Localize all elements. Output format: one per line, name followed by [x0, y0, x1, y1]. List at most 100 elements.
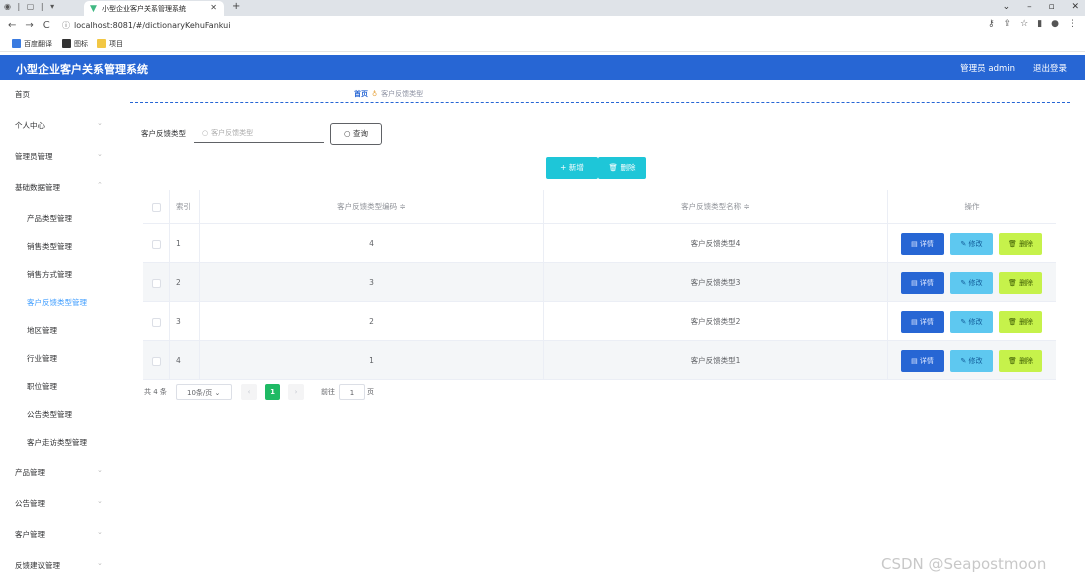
nav-buttons: ← → C	[8, 20, 59, 31]
edit-icon: ✎	[960, 279, 969, 287]
sidebar-item-basic-data[interactable]: 基础数据管理 ⌃	[0, 173, 116, 201]
detail-icon: ▤	[911, 240, 920, 248]
url-field[interactable]: ⓘ localhost:8081/#/dictionaryKehuFankui	[62, 19, 942, 33]
sidebar-item-feedback-type[interactable]: 客户反馈类型管理	[0, 288, 116, 316]
back-icon[interactable]: ←	[8, 20, 16, 31]
menu-icon[interactable]: ⋮	[1068, 19, 1077, 29]
info-icon[interactable]: ⓘ	[62, 21, 70, 30]
star-icon[interactable]: ☆	[1020, 19, 1028, 29]
edit-button[interactable]: ✎ 修改	[950, 233, 993, 255]
share-icon[interactable]: ⇪	[1004, 19, 1012, 29]
cell-name: 客户反馈类型4	[543, 224, 887, 262]
breadcrumb-home[interactable]: 首页	[354, 90, 368, 98]
key-icon[interactable]: ⚷	[988, 19, 995, 29]
sidebar-item-product[interactable]: 产品管理 ⌄	[0, 458, 116, 486]
sidebar-item-home[interactable]: 首页	[0, 80, 116, 108]
cell-index: 2	[169, 263, 199, 301]
detail-icon: ▤	[911, 279, 920, 287]
sidebar-item-sales-type[interactable]: 销售类型管理	[0, 232, 116, 260]
search-input[interactable]: ○ 客户反馈类型	[194, 123, 324, 143]
row-checkbox[interactable]	[151, 317, 161, 327]
vue-favicon-icon: ▼	[90, 4, 97, 14]
close-window-icon[interactable]: ✕	[1071, 2, 1079, 12]
sidebar-item-feedback[interactable]: 反馈建议管理 ⌄	[0, 551, 116, 579]
sidebar-item-sales-method[interactable]: 销售方式管理	[0, 260, 116, 288]
batch-delete-button[interactable]: 🗑 删除	[598, 157, 646, 179]
restore-icon[interactable]: ▫	[1048, 2, 1054, 12]
goto-unit: 页	[367, 388, 374, 396]
chevron-down-icon: ⌄	[97, 559, 103, 567]
add-button[interactable]: + 新增	[546, 157, 598, 179]
detail-button[interactable]: ▤ 详情	[901, 311, 944, 333]
new-tab-icon[interactable]: +	[232, 1, 240, 12]
sidebar-item-visit-type[interactable]: 客户走访类型管理	[0, 428, 116, 456]
query-button[interactable]: ○ 查询	[330, 123, 382, 145]
current-user: 管理员 admin	[960, 64, 1015, 74]
divider	[130, 102, 1070, 103]
page-number-current[interactable]: 1	[265, 384, 280, 400]
browser-tab-bar: ◉ | ▢ | ▾ ▼ 小型企业客户关系管理系统 ✕ + ⌄ – ▫ ✕	[0, 0, 1085, 16]
search-icon: ○	[344, 129, 353, 138]
edit-button[interactable]: ✎ 修改	[950, 272, 993, 294]
sidebar-item-region[interactable]: 地区管理	[0, 316, 116, 344]
chevron-down-icon: ⌄	[97, 466, 103, 474]
next-page-button[interactable]: ›	[288, 384, 304, 400]
prev-page-button[interactable]: ‹	[241, 384, 257, 400]
minimize-icon[interactable]: –	[1027, 2, 1032, 12]
table-row: 3 2 客户反馈类型2 ▤ 详情 ✎ 修改 🗑 删除	[143, 302, 1056, 341]
sidebar-item-customer[interactable]: 客户管理 ⌄	[0, 520, 116, 548]
row-checkbox[interactable]	[151, 239, 161, 249]
window-controls: ⌄ – ▫ ✕	[989, 2, 1079, 12]
forward-icon[interactable]: →	[25, 20, 33, 31]
row-checkbox[interactable]	[151, 278, 161, 288]
tab-search-icon[interactable]: ⌄	[1003, 2, 1011, 12]
cell-code: 4	[199, 224, 543, 262]
sidepanel-icon[interactable]: ▮	[1037, 19, 1042, 29]
select-all-checkbox[interactable]	[151, 202, 161, 212]
sidebar-item-industry[interactable]: 行业管理	[0, 344, 116, 372]
browser-tab[interactable]: ▼ 小型企业客户关系管理系统 ✕	[84, 1, 224, 16]
delete-button[interactable]: 🗑 删除	[999, 350, 1042, 372]
sidebar-item-notice[interactable]: 公告管理 ⌄	[0, 489, 116, 517]
header-index: 索引	[169, 190, 199, 223]
detail-button[interactable]: ▤ 详情	[901, 272, 944, 294]
sidebar-item-position[interactable]: 职位管理	[0, 372, 116, 400]
chevron-down-icon: ⌄	[97, 528, 103, 536]
bookmark-item[interactable]: 项目	[97, 39, 123, 49]
edit-button[interactable]: ✎ 修改	[950, 311, 993, 333]
trash-icon: 🗑	[1007, 357, 1020, 365]
sidebar: 首页 个人中心 ⌄ 管理员管理 ⌄ 基础数据管理 ⌃ 产品类型管理 销售类型管理 销售…	[0, 80, 116, 581]
bookmarks-bar: 百度翻译 图标 项目	[0, 36, 1085, 52]
row-checkbox[interactable]	[151, 356, 161, 366]
cell-name: 客户反馈类型3	[543, 263, 887, 301]
chevron-down-icon: ⌄	[97, 150, 103, 158]
sidebar-item-product-type[interactable]: 产品类型管理	[0, 204, 116, 232]
profile-icon[interactable]: ●	[1051, 19, 1059, 29]
reload-icon[interactable]: C	[43, 20, 50, 31]
goto-label: 前往	[321, 388, 335, 396]
goto-page-input[interactable]: 1	[339, 384, 365, 400]
header-name[interactable]: 客户反馈类型名称 ≑	[543, 190, 887, 223]
address-icons: ⚷ ⇪ ☆ ▮ ● ⋮	[979, 19, 1077, 29]
edit-icon: ✎	[960, 240, 969, 248]
bookmark-item[interactable]: 图标	[62, 39, 88, 49]
detail-button[interactable]: ▤ 详情	[901, 233, 944, 255]
delete-button[interactable]: 🗑 删除	[999, 311, 1042, 333]
bookmark-item[interactable]: 百度翻译	[12, 39, 52, 49]
sidebar-item-personal-center[interactable]: 个人中心 ⌄	[0, 111, 116, 139]
breadcrumb-separator-icon: ♁	[372, 90, 378, 98]
page-size-select[interactable]: 10条/页 ⌄	[176, 384, 232, 400]
sidebar-item-notice-type[interactable]: 公告类型管理	[0, 400, 116, 428]
sidebar-item-admin[interactable]: 管理员管理 ⌄	[0, 142, 116, 170]
delete-button[interactable]: 🗑 删除	[999, 272, 1042, 294]
pagination-total: 共 4 条	[144, 388, 167, 396]
image-icon	[62, 39, 71, 48]
close-tab-icon[interactable]: ✕	[210, 3, 217, 12]
browser-tab-controls[interactable]: ◉ | ▢ | ▾	[4, 2, 56, 11]
row-select-cell	[143, 224, 169, 262]
edit-button[interactable]: ✎ 修改	[950, 350, 993, 372]
logout-link[interactable]: 退出登录	[1033, 62, 1067, 74]
header-code[interactable]: 客户反馈类型编码 ≑	[199, 190, 543, 223]
delete-button[interactable]: 🗑 删除	[999, 233, 1042, 255]
detail-button[interactable]: ▤ 详情	[901, 350, 944, 372]
